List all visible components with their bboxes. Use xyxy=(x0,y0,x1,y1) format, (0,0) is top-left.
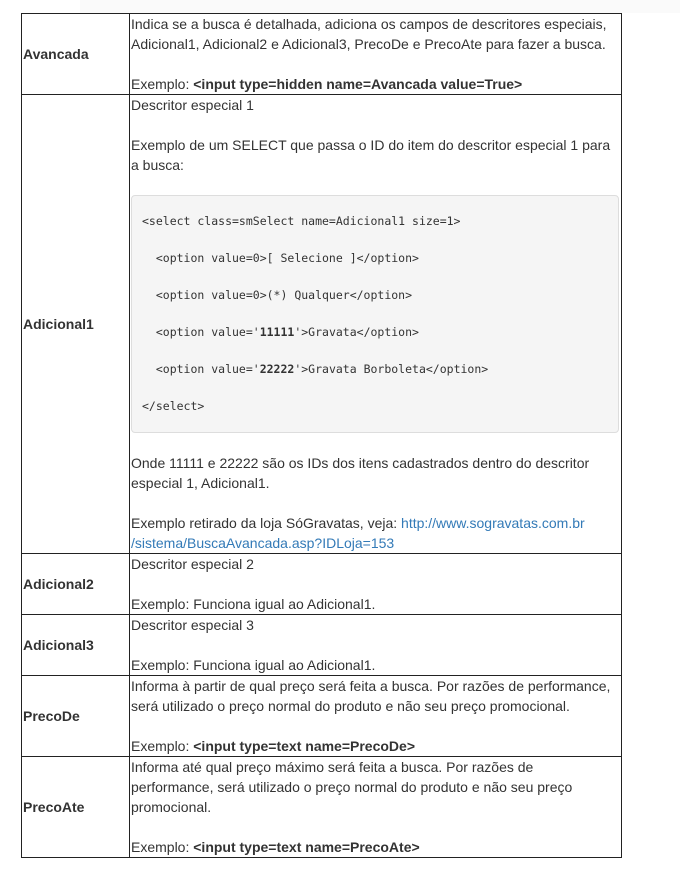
table-row: PrecoAte Informa até qual preço máximo s… xyxy=(21,756,622,858)
example-line: Exemplo: <input type=text name=PrecoAte> xyxy=(131,837,619,857)
example-label: Exemplo: xyxy=(131,738,194,754)
param-name: Adicional3 xyxy=(21,614,130,676)
param-description: Descritor especial 2 Exemplo: Funciona i… xyxy=(129,553,622,615)
param-name: Adicional2 xyxy=(21,553,130,615)
description-text: Descritor especial 3 xyxy=(131,617,254,633)
param-description: Informa até qual preço máximo será feita… xyxy=(129,756,622,858)
example-line: Exemplo: <input type=hidden name=Avancad… xyxy=(131,74,619,94)
param-name: PrecoAte xyxy=(21,756,130,858)
example-line: Exemplo: Funciona igual ao Adicional1. xyxy=(131,596,376,612)
code-id-highlight: 11111 xyxy=(259,325,295,339)
code-line: <option value=0>(*) Qualquer</option> xyxy=(142,288,413,302)
example-code: <input type=text name=PrecoDe> xyxy=(193,738,416,754)
parameters-table: Avancada Indica se a busca é detalhada, … xyxy=(21,13,622,858)
code-line: </select> xyxy=(142,399,205,413)
source-line: Exemplo retirado da loja SóGravatas, vej… xyxy=(131,513,619,553)
description-text: Indica se a busca é detalhada, adiciona … xyxy=(131,16,607,52)
code-line: <option value='11111'>Gravata</option> xyxy=(142,325,419,339)
table-row: Avancada Indica se a busca é detalhada, … xyxy=(21,13,622,95)
code-block: <select class=smSelect name=Adicional1 s… xyxy=(131,195,619,433)
source-label: Exemplo retirado da loja SóGravatas, vej… xyxy=(131,515,402,531)
param-description: Indica se a busca é detalhada, adiciona … xyxy=(129,13,622,95)
code-line: <option value='22222'>Gravata Borboleta<… xyxy=(142,362,489,376)
param-description: Descritor especial 1 Exemplo de um SELEC… xyxy=(129,94,622,554)
description-text: Informa à partir de qual preço será feit… xyxy=(131,678,611,714)
description-text: Informa até qual preço máximo será feita… xyxy=(131,759,573,815)
description-text: Descritor especial 1 xyxy=(131,97,254,113)
example-line: Exemplo: <input type=text name=PrecoDe> xyxy=(131,736,619,756)
param-description: Descritor especial 3 Exemplo: Funciona i… xyxy=(129,614,622,676)
example-label: Exemplo: xyxy=(131,839,194,855)
example-code: <input type=text name=PrecoAte> xyxy=(193,839,420,855)
description-text: Descritor especial 2 xyxy=(131,556,254,572)
param-name: PrecoDe xyxy=(21,675,130,757)
ids-note-text: Onde 11111 e 22222 são os IDs dos itens … xyxy=(131,455,590,491)
code-id-highlight: 22222 xyxy=(259,362,295,376)
param-name: Adicional1 xyxy=(21,94,130,554)
example-code: <input type=hidden name=Avancada value=T… xyxy=(193,76,523,92)
select-intro-text: Exemplo de um SELECT que passa o ID do i… xyxy=(131,137,611,173)
table-row: PrecoDe Informa à partir de qual preço s… xyxy=(21,675,622,757)
example-line: Exemplo: Funciona igual ao Adicional1. xyxy=(131,657,376,673)
param-name: Avancada xyxy=(21,13,130,95)
code-line: <select class=smSelect name=Adicional1 s… xyxy=(142,214,461,228)
code-line: <option value=0>[ Selecione ]</option> xyxy=(142,251,419,265)
top-strip xyxy=(80,0,680,13)
param-description: Informa à partir de qual preço será feit… xyxy=(129,675,622,757)
table-row: Adicional3 Descritor especial 3 Exemplo:… xyxy=(21,614,622,676)
table-row: Adicional2 Descritor especial 2 Exemplo:… xyxy=(21,553,622,615)
example-label: Exemplo: xyxy=(131,76,194,92)
table-row: Adicional1 Descritor especial 1 Exemplo … xyxy=(21,94,622,554)
